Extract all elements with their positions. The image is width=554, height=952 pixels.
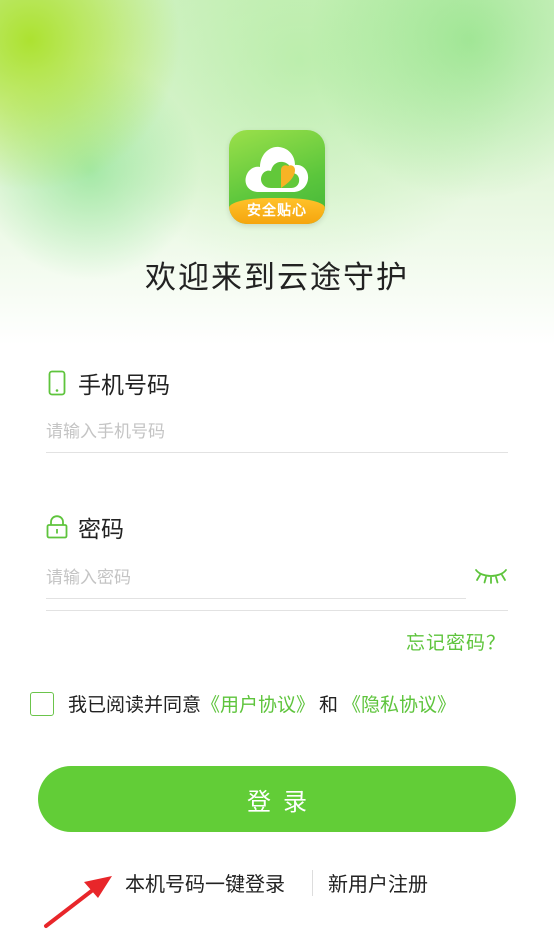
- lock-icon: [46, 515, 68, 539]
- privacy-policy-link[interactable]: 《隐私协议》: [342, 690, 456, 717]
- phone-icon: [46, 370, 68, 396]
- agreement-prefix: 我已阅读并同意: [68, 694, 202, 716]
- eye-closed-icon[interactable]: [474, 567, 508, 585]
- register-link[interactable]: 新用户注册: [328, 868, 428, 897]
- one-click-login-link[interactable]: 本机号码一键登录: [125, 868, 285, 897]
- link-divider: [312, 870, 313, 896]
- login-button[interactable]: 登录: [38, 766, 516, 832]
- cloud-heart-icon: [245, 146, 309, 192]
- forgot-password-link[interactable]: 忘记密码？: [406, 628, 506, 655]
- logo-badge: 安全贴心: [229, 198, 325, 224]
- agreement-row: 我已阅读并同意 《用户协议》 和 《隐私协议》: [30, 690, 456, 717]
- password-label-text: 密码: [78, 517, 124, 543]
- password-input[interactable]: [46, 557, 466, 599]
- phone-label: 手机号码: [46, 366, 170, 400]
- app-logo: 安全贴心: [229, 130, 325, 224]
- phone-input[interactable]: [46, 411, 508, 453]
- red-arrow-icon: [44, 876, 112, 928]
- password-underline: [46, 610, 508, 611]
- password-label: 密码: [46, 510, 124, 544]
- agreement-conjunction: 和: [319, 694, 339, 716]
- phone-label-text: 手机号码: [78, 373, 170, 399]
- agreement-checkbox[interactable]: [30, 691, 54, 716]
- welcome-title: 欢迎来到云途守护: [145, 260, 409, 296]
- user-agreement-link[interactable]: 《用户协议》: [201, 690, 315, 717]
